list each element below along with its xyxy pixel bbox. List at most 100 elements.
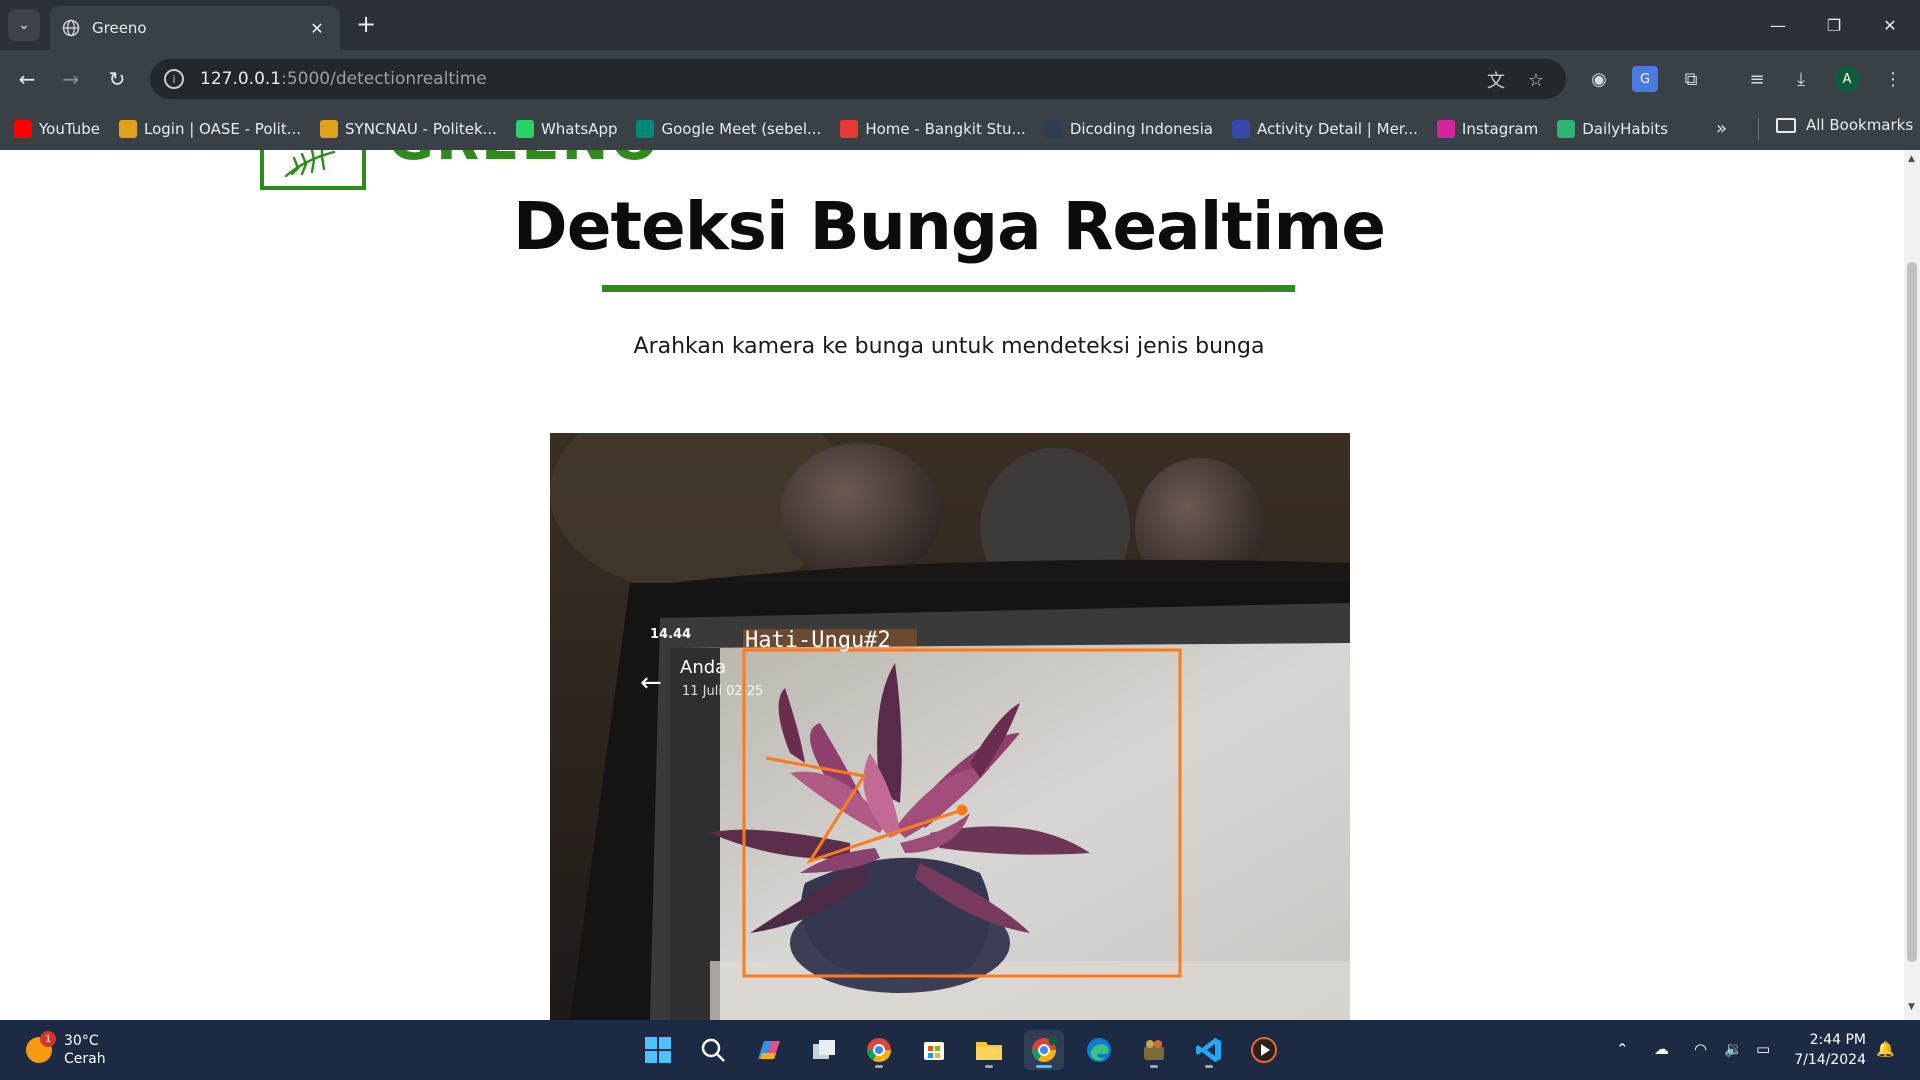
windows-taskbar: 1 30°C Cerah ⌃ ☁ ◠ 🔉 ▭ 2:44 PM 7/14/2024… [0, 1020, 1920, 1080]
back-button[interactable]: ← [12, 64, 42, 94]
youtube-icon [14, 120, 32, 138]
bookmark-label: Activity Detail | Mer... [1256, 120, 1418, 138]
all-bookmarks-button[interactable]: All Bookmarks [1776, 116, 1913, 134]
site-info-icon[interactable]: i [164, 69, 184, 89]
play-icon [1251, 1037, 1277, 1063]
dicoding-icon [1044, 120, 1063, 138]
taskbar-media-player[interactable] [1244, 1030, 1284, 1070]
volume-icon[interactable]: 🔉 [1724, 1040, 1743, 1058]
merdeka-icon [1231, 120, 1250, 138]
battery-icon[interactable]: ▭ [1756, 1040, 1770, 1058]
chevron-down-icon: ⌄ [18, 17, 30, 33]
taskbar-chrome[interactable] [859, 1030, 899, 1070]
weather-temp: 30°C [64, 1033, 99, 1049]
phone-back-arrow-icon: ← [640, 668, 662, 698]
onedrive-cloud-icon[interactable]: ☁ [1654, 1040, 1669, 1058]
profile-avatar[interactable]: A [1834, 66, 1860, 92]
edge-icon [1087, 1038, 1111, 1062]
bookmarks-bar: YouTube Login | OASE - Polit... SYNCNAU - … [0, 108, 1920, 150]
close-tab-icon[interactable]: ✕ [306, 19, 328, 38]
scrollbar-thumb[interactable] [1907, 262, 1917, 962]
reload-button[interactable]: ↻ [102, 64, 132, 94]
bookmark-item[interactable]: YouTube [14, 120, 100, 138]
bookmark-item[interactable]: DailyHabits [1557, 120, 1668, 138]
taskbar-app-game[interactable] [1134, 1030, 1174, 1070]
bookmark-label: Login | OASE - Polit... [144, 120, 302, 138]
translate-icon[interactable]: 文 [1484, 68, 1508, 92]
url-path: :5000/detectionrealtime [281, 69, 487, 89]
notification-badge: 1 [40, 1031, 56, 1047]
bookmark-label: Dicoding Indonesia [1069, 120, 1213, 138]
chrome-icon [867, 1038, 891, 1063]
new-tab-button[interactable]: + [352, 10, 380, 38]
greeno-logo[interactable] [260, 150, 366, 190]
taskbar-search-button[interactable] [693, 1030, 733, 1070]
weather-desc: Cerah [64, 1051, 106, 1067]
hexagon-icon [119, 120, 137, 138]
taskbar-task-view[interactable] [804, 1030, 844, 1070]
detection-label: Hati-Ungu#2 [745, 628, 891, 653]
scroll-down-icon[interactable]: ▼ [1908, 1002, 1915, 1012]
minimize-button[interactable]: — [1750, 0, 1806, 50]
chevron-up-icon[interactable]: ⌃ [1616, 1040, 1629, 1058]
weather-widget[interactable]: 1 30°C Cerah [26, 1031, 106, 1068]
google-translate-icon[interactable]: G [1632, 66, 1658, 92]
notification-bell-icon[interactable]: 🔔 [1876, 1040, 1895, 1058]
globe-icon [62, 19, 80, 37]
store-icon [924, 1042, 944, 1060]
sun-icon: 1 [26, 1031, 56, 1063]
page-scrollbar[interactable]: ▲ ▼ [1904, 150, 1920, 1020]
taskbar-vscode[interactable] [1189, 1030, 1229, 1070]
taskbar-store[interactable] [914, 1030, 954, 1070]
tab-search-button[interactable]: ⌄ [8, 9, 40, 41]
wifi-icon[interactable]: ◠ [1694, 1040, 1707, 1058]
bookmark-item[interactable]: Login | OASE - Polit... [119, 120, 301, 138]
camera-feed: 14.44 Anda 11 Juli 02.25 ← Hati-Ungu#2 [550, 433, 1350, 1020]
more-bookmarks-icon[interactable]: » [1716, 118, 1727, 139]
bookmark-item[interactable]: Google Meet (sebel... [636, 120, 821, 138]
scroll-up-icon[interactable]: ▲ [1908, 154, 1915, 164]
start-button[interactable] [638, 1030, 678, 1070]
bookmark-label: WhatsApp [540, 120, 618, 138]
running-indicator [985, 1065, 993, 1068]
instagram-icon [1436, 120, 1455, 138]
taskbar-edge[interactable] [1079, 1030, 1119, 1070]
phone-contact: Anda [680, 657, 726, 678]
bookmark-item[interactable]: WhatsApp [515, 120, 618, 138]
bookmark-item[interactable]: Dicoding Indonesia [1044, 120, 1213, 138]
bookmark-star-icon[interactable]: ☆ [1524, 68, 1548, 92]
extensions-puzzle-icon[interactable]: ⧉ [1678, 66, 1704, 92]
title-underline [602, 285, 1295, 292]
hexagon-icon [320, 120, 339, 138]
download-icon[interactable]: ⤓ [1788, 66, 1814, 92]
restore-button[interactable]: ❐ [1806, 0, 1862, 50]
bookmark-label: YouTube [39, 120, 100, 138]
chrome-profile-icon [1032, 1036, 1058, 1063]
taskbar-copilot[interactable] [749, 1030, 789, 1070]
palm-leaf-icon [284, 150, 336, 178]
bangkit-icon [840, 120, 859, 138]
taskbar-file-explorer[interactable] [969, 1030, 1009, 1070]
bookmark-item[interactable]: SYNCNAU - Politek... [320, 120, 497, 138]
address-bar[interactable]: i 127.0.0.1:5000/detectionrealtime 文 ☆ [150, 59, 1566, 99]
arrow-right-icon: → [62, 67, 80, 91]
bookmark-item[interactable]: Activity Detail | Mer... [1231, 120, 1418, 138]
bookmark-label: Instagram [1461, 120, 1539, 138]
meet-icon [636, 120, 655, 138]
close-window-button[interactable]: ✕ [1862, 0, 1918, 50]
all-bookmarks-label: All Bookmarks [1806, 116, 1914, 134]
url-text[interactable]: 127.0.0.1:5000/detectionrealtime [200, 69, 487, 89]
tab-title: Greeno [92, 19, 147, 37]
tab-greeno[interactable]: Greeno ✕ [50, 6, 340, 50]
menu-kebab-icon[interactable]: ⋮ [1880, 66, 1906, 92]
bookmark-item[interactable]: Home - Bangkit Stu... [840, 120, 1026, 138]
page-subtitle: Arahkan kamera ke bunga untuk mendeteksi… [633, 334, 1265, 359]
bookmark-item[interactable]: Instagram [1436, 120, 1539, 138]
forward-button[interactable]: → [56, 64, 86, 94]
bookmarks-divider [1758, 118, 1759, 140]
extension-incognito-icon[interactable]: ◉ [1586, 66, 1612, 92]
taskbar-chrome-profile[interactable] [1024, 1030, 1064, 1070]
taskbar-clock[interactable]: 2:44 PM 7/14/2024 [1790, 1030, 1866, 1070]
media-control-icon[interactable]: ≡ [1744, 66, 1770, 92]
clock-time: 2:44 PM [1809, 1032, 1866, 1048]
